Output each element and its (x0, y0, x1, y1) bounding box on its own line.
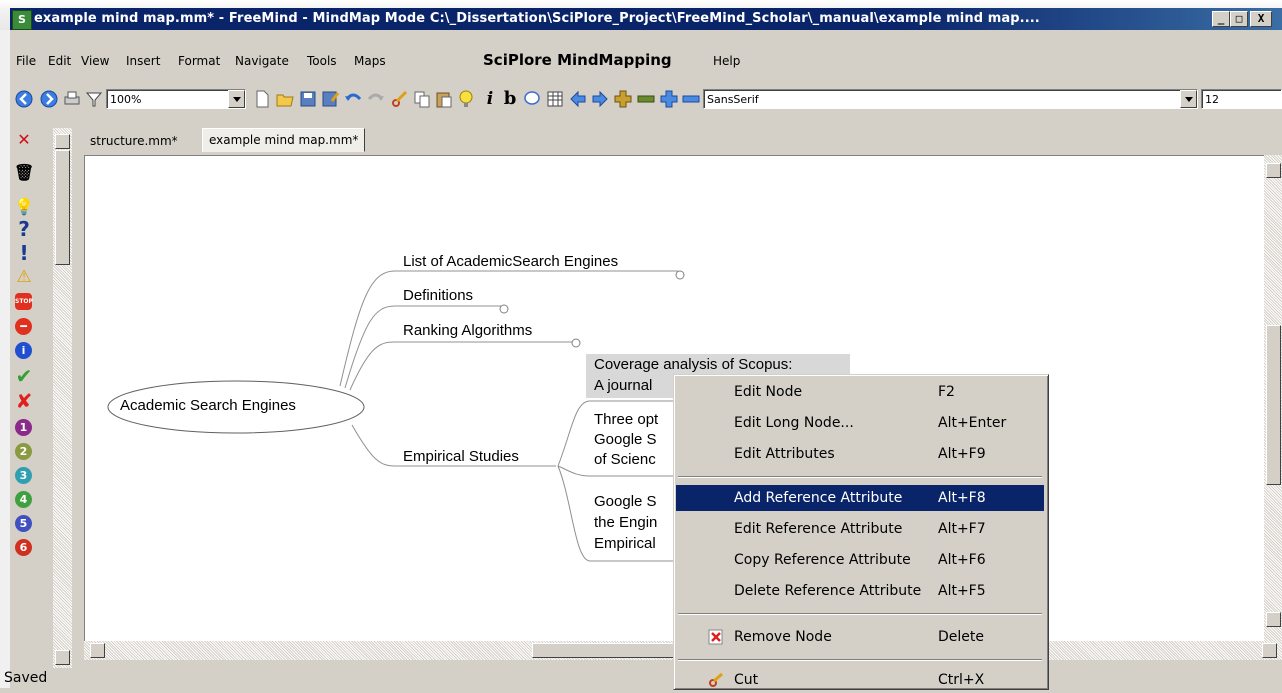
fold-handle-list (675, 270, 685, 280)
menu-item-shortcut: Alt+F8 (938, 490, 986, 506)
node-google-line2[interactable]: the Engin (594, 514, 657, 531)
edge-definitions (344, 305, 502, 389)
menu-item-label: Edit Reference Attribute (734, 521, 903, 537)
menu-item-shortcut: Alt+F7 (938, 521, 986, 537)
menu-item-shortcut: Delete (938, 629, 984, 645)
node-google-line3[interactable]: Empirical (594, 535, 656, 552)
menu-item-label: Edit Long Node... (734, 415, 854, 431)
status-text: Saved (4, 670, 48, 686)
node-three-opt-line3[interactable]: of Scienc (594, 451, 656, 468)
node-coverage-line1[interactable]: Coverage analysis of Scopus: (594, 356, 792, 373)
context-menu: Edit Node F2 Edit Long Node... Alt+Enter E… (673, 374, 1049, 690)
menu-item-edit-attributes[interactable]: Edit Attributes Alt+F9 (676, 441, 1044, 467)
menu-item-label: Edit Attributes (734, 446, 835, 462)
node-three-opt-line2[interactable]: Google S (594, 431, 657, 448)
node-three-opt-line1[interactable]: Three opt (594, 411, 658, 428)
menu-separator (678, 476, 1042, 478)
edge-ranking (349, 341, 574, 391)
scroll-down-button[interactable] (1266, 612, 1281, 627)
scroll-up-button[interactable] (1266, 163, 1281, 178)
menu-item-shortcut: Alt+F9 (938, 446, 986, 462)
menu-item-shortcut: Alt+F6 (938, 552, 986, 568)
menu-item-label: Add Reference Attribute (734, 490, 903, 506)
fold-handle-ranking (571, 338, 581, 348)
node-google-line1[interactable]: Google S (594, 493, 657, 510)
vertical-scroll-thumb[interactable] (1266, 325, 1281, 485)
menu-item-shortcut: Alt+Enter (938, 415, 1007, 431)
menu-item-shortcut: Ctrl+X (938, 672, 985, 688)
scroll-right-button[interactable] (1262, 643, 1277, 658)
menu-item-copy-reference-attribute[interactable]: Copy Reference Attribute Alt+F6 (676, 547, 1044, 573)
menu-item-label: Delete Reference Attribute (734, 583, 922, 599)
mindmap-edges (107, 270, 685, 562)
menu-item-edit-long-node[interactable]: Edit Long Node... Alt+Enter (676, 410, 1044, 436)
menu-item-label: Edit Node (734, 384, 803, 400)
cut-icon (709, 672, 723, 687)
menu-item-shortcut: Alt+F5 (938, 583, 986, 599)
menu-item-remove-node[interactable]: Remove Node Delete (676, 624, 1044, 650)
menu-item-add-reference-attribute[interactable]: Add Reference Attribute Alt+F8 (676, 485, 1044, 511)
fold-handle-definitions (499, 304, 509, 314)
menu-item-edit-node[interactable]: Edit Node F2 (676, 379, 1044, 405)
node-coverage-line2[interactable]: A journal (594, 377, 652, 394)
horizontal-scroll-thumb[interactable] (532, 643, 682, 658)
remove-node-icon (708, 629, 723, 645)
node-empirical-studies[interactable]: Empirical Studies (403, 448, 519, 465)
menu-item-label: Remove Node (734, 629, 832, 645)
menu-item-edit-reference-attribute[interactable]: Edit Reference Attribute Alt+F7 (676, 516, 1044, 542)
node-ranking-algorithms[interactable]: Ranking Algorithms (403, 322, 532, 339)
scroll-left-button[interactable] (90, 643, 105, 658)
menu-separator (678, 613, 1042, 615)
root-node[interactable]: Academic Search Engines (120, 397, 296, 414)
menu-item-delete-reference-attribute[interactable]: Delete Reference Attribute Alt+F5 (676, 578, 1044, 604)
menu-separator (678, 659, 1042, 661)
menu-item-label: Copy Reference Attribute (734, 552, 911, 568)
node-definitions[interactable]: Definitions (403, 287, 473, 304)
menu-item-shortcut: F2 (938, 384, 955, 400)
node-list-of-academic-search-engines[interactable]: List of AcademicSearch Engines (403, 253, 618, 270)
menu-item-label: Cut (734, 672, 759, 688)
menu-item-cut[interactable]: Cut Ctrl+X (676, 667, 1044, 693)
